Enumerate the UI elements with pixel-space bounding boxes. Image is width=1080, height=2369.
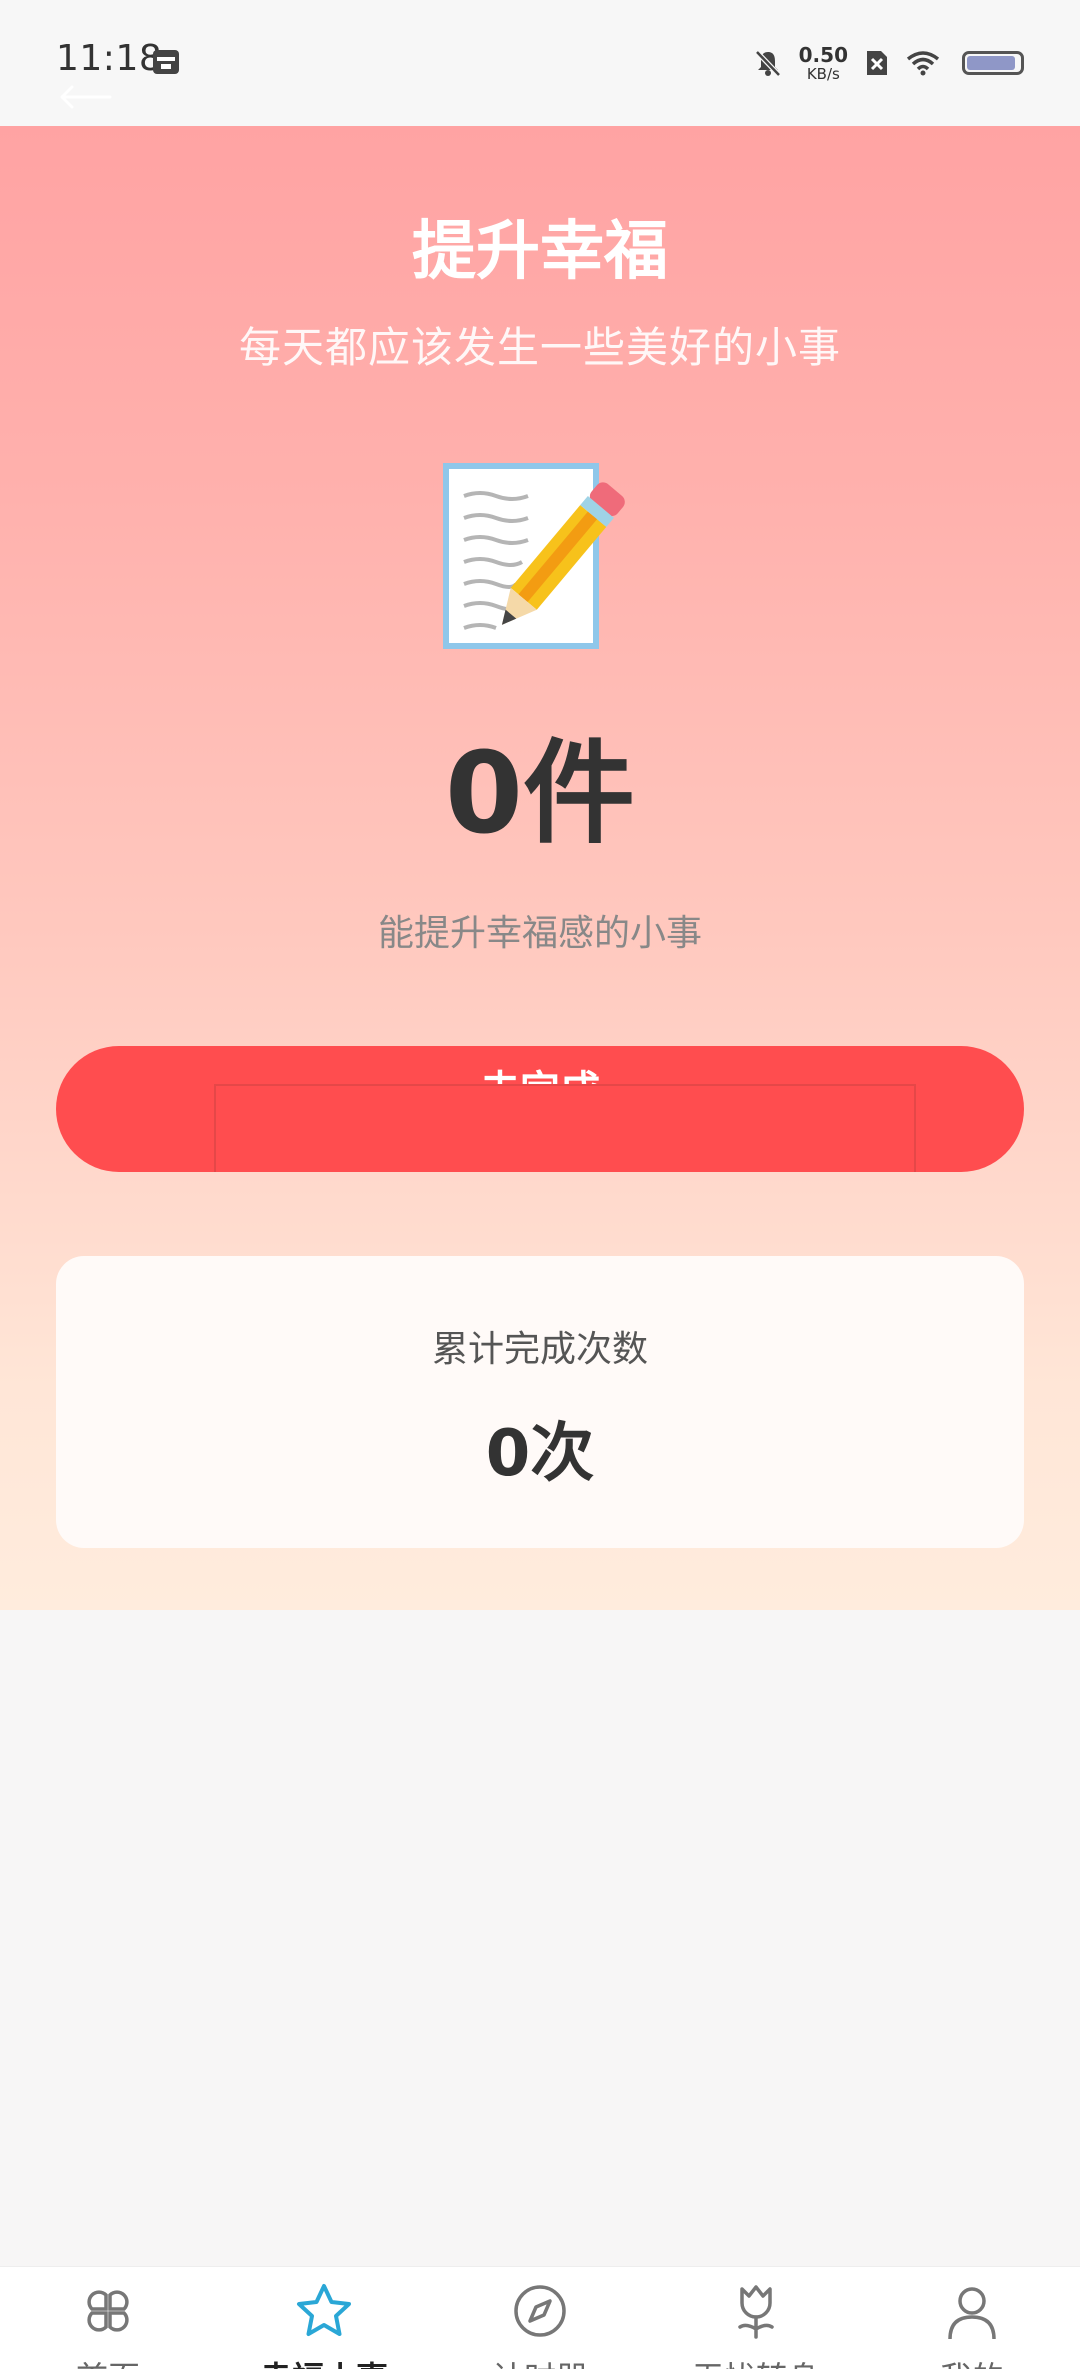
nav-item-timer[interactable]: 计时器 [432,2267,648,2369]
happy-things-count-caption: 能提升幸福感的小事 [377,913,702,954]
status-bar: 11:18 0.50 KB/s [0,0,1080,126]
nav-label-happy-things: 幸福小事 [216,2353,432,2369]
memo-pencil-icon [443,463,625,649]
nav-item-happy-things[interactable]: 幸福小事 [216,2267,432,2369]
nav-label-home: 首页 [0,2353,216,2369]
wifi-icon [906,51,940,76]
nav-item-worry-free[interactable]: 无忧转身 [648,2267,864,2369]
star-icon [297,2284,351,2336]
stats-label: 累计完成次数 [431,1329,648,1370]
nav-label-worry-free: 无忧转身 [648,2353,864,2369]
four-petal-icon [87,2290,129,2332]
happy-things-count: 0件 [445,729,635,859]
page-title: 提升幸福 [412,215,668,289]
status-time: 11:18 [56,38,163,79]
happiness-panel: 提升幸福 每天都应该发生一些美好的小事 0件 能提升幸福感的小事 去完成 累计完… [0,126,1080,1610]
nav-label-timer: 计时器 [432,2353,648,2369]
nav-item-home[interactable]: 首页 [0,2267,216,2369]
nav-label-mine: 我的 [864,2353,1080,2369]
calendar-notification-icon [153,50,179,74]
person-icon [948,2287,996,2340]
page-subtitle: 每天都应该发生一些美好的小事 [238,323,841,372]
battery-icon [962,51,1024,75]
completion-stats-card: 累计完成次数 0次 [56,1256,1024,1548]
go-complete-button[interactable]: 去完成 [56,1046,1024,1172]
back-arrow-icon[interactable] [56,82,112,112]
net-speed: 0.50 KB/s [799,45,848,82]
bottom-navigation: 首页 幸福小事 计时器 无忧转身 我的 [0,2266,1080,2369]
nav-item-mine[interactable]: 我的 [864,2267,1080,2369]
mute-bell-icon [754,50,781,77]
status-indicators: 0.50 KB/s [753,40,1024,86]
net-speed-value: 0.50 [798,42,848,67]
compass-icon [514,2285,566,2337]
sim-blocked-icon [867,51,887,75]
button-overlay [214,1084,916,1172]
stats-value: 0次 [485,1417,595,1491]
net-speed-unit: KB/s [806,64,840,83]
battery-level [967,56,1015,70]
tulip-icon [738,2285,774,2339]
